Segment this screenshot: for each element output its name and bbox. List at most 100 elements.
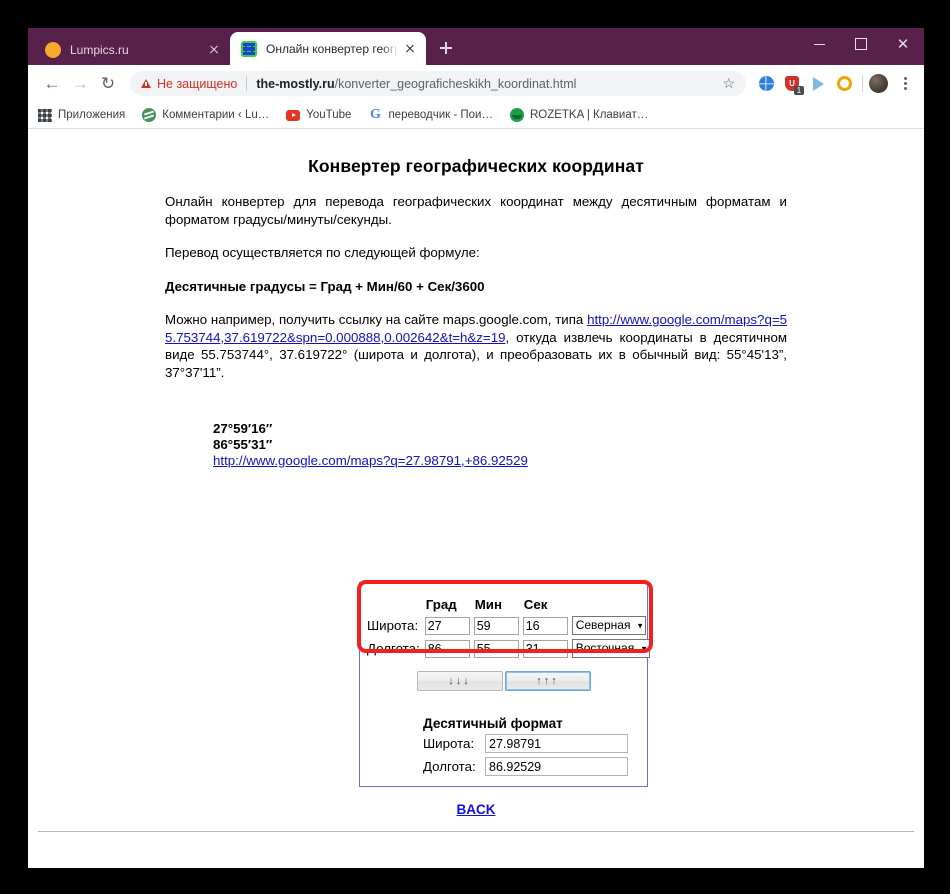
bookmark-label: Комментарии ‹ Lu…: [162, 109, 270, 121]
new-tab-button[interactable]: [432, 34, 460, 62]
maximize-button[interactable]: [840, 28, 882, 60]
header-degrees: Град: [425, 597, 457, 612]
decimal-section: Десятичный формат Широта: Долгота:: [423, 716, 647, 776]
decimal-heading: Десятичный формат: [423, 716, 563, 731]
reload-button[interactable]: ↻: [94, 70, 122, 98]
latitude-label: Широта:: [367, 618, 419, 633]
bookmark-label: Приложения: [58, 109, 126, 121]
formula-lead-paragraph: Перевод осуществляется по следующей форм…: [165, 245, 480, 260]
orange-circle-icon: [45, 41, 61, 58]
table-row-latitude: Широта: Северная: [366, 615, 651, 636]
decimal-longitude-row: Долгота:: [423, 757, 647, 776]
bookmark-label: YouTube: [306, 109, 352, 121]
latitude-degrees-input[interactable]: [424, 616, 470, 635]
table-header-row: Град Мин Сек: [366, 597, 651, 613]
bookmark-comments[interactable]: Комментарии ‹ Lu…: [142, 108, 269, 122]
rozetka-icon: [509, 108, 524, 122]
warning-triangle-icon: [141, 79, 151, 88]
convert-to-decimal-button[interactable]: ↓↓↓: [416, 671, 503, 691]
longitude-label: Долгота:: [367, 641, 420, 656]
bookmark-label: ROZETKA | Клавиат…: [529, 109, 649, 121]
latitude-seconds-input[interactable]: [522, 616, 568, 635]
bookmark-label: переводчик - Пои…: [388, 109, 493, 121]
chrome-menu-icon[interactable]: [894, 72, 916, 96]
bookmark-youtube[interactable]: YouTube: [286, 109, 351, 121]
longitude-seconds-input[interactable]: [522, 639, 568, 658]
extension-shield-icon[interactable]: U 1: [780, 72, 804, 96]
tab-converter[interactable]: Онлайн конвертер географичес: [230, 32, 426, 65]
extension-ring-icon[interactable]: [832, 72, 856, 96]
minimize-button[interactable]: [798, 28, 840, 60]
youtube-icon: [286, 109, 301, 121]
back-button[interactable]: ←: [38, 70, 66, 98]
window-controls: ✕: [798, 28, 924, 60]
globe-icon: [142, 108, 157, 122]
decimal-latitude-input[interactable]: [485, 734, 628, 753]
result-longitude-dms: 86°55′31″: [213, 437, 273, 452]
bookmark-translator[interactable]: G переводчик - Пои…: [368, 108, 493, 122]
converter-form: Град Мин Сек Широта: Северная: [359, 582, 651, 787]
longitude-hemisphere-select-wrap: Восточная: [571, 639, 651, 658]
divider: [862, 75, 863, 92]
page-content: Конвертер географических координат Онлай…: [38, 129, 914, 469]
back-link-wrap: BACK: [28, 802, 924, 817]
green-grid-icon: [241, 40, 257, 57]
extension-badge: 1: [794, 85, 804, 95]
google-g-icon: G: [370, 107, 381, 122]
close-window-button[interactable]: ✕: [882, 28, 924, 60]
screenshot-root: Lumpics.ru Онлайн конвертер географичес …: [0, 0, 950, 894]
close-icon[interactable]: [402, 41, 418, 57]
convert-to-dms-button[interactable]: ↑↑↑: [504, 671, 591, 691]
tab-lumpics[interactable]: Lumpics.ru: [34, 34, 230, 65]
result-latitude-dms: 27°59′16″: [213, 421, 273, 436]
security-status-label: Не защищено: [157, 76, 238, 91]
result-map-link[interactable]: http://www.google.com/maps?q=27.98791,+8…: [213, 453, 528, 468]
longitude-hemisphere-select[interactable]: Восточная: [571, 639, 651, 658]
bookmark-rozetka[interactable]: ROZETKA | Клавиат…: [509, 108, 649, 122]
address-bar[interactable]: Не защищено the-mostly.ru/konverter_geog…: [130, 71, 746, 96]
apps-grid-icon: [38, 108, 52, 122]
example-pre-text: Можно например, получить ссылку на сайте…: [165, 312, 588, 327]
browser-window: Lumpics.ru Онлайн конвертер географичес …: [28, 28, 924, 868]
browser-toolbar: ← → ↻ Не защищено the-mostly.ru/konverte…: [28, 65, 924, 102]
close-icon[interactable]: [206, 42, 222, 58]
result-block: 27°59′16″ 86°55′31″ http://www.google.co…: [213, 421, 914, 469]
header-seconds: Сек: [523, 597, 548, 612]
tab-title: Онлайн конвертер географичес: [266, 41, 398, 56]
page-title: Конвертер географических координат: [308, 156, 644, 176]
url-domain: the-mostly.ru: [256, 76, 335, 91]
url-text: the-mostly.ru/konverter_geograficheskikh…: [256, 77, 576, 91]
avatar[interactable]: [869, 74, 888, 93]
latitude-hemisphere-select[interactable]: Северная: [571, 616, 647, 635]
bookmarks-bar: Приложения Комментарии ‹ Lu… YouTube G п…: [28, 102, 924, 129]
latitude-minutes-input[interactable]: [473, 616, 519, 635]
latitude-hemisphere-select-wrap: Северная: [571, 616, 647, 635]
intro-paragraph: Онлайн конвертер для перевода географиче…: [165, 194, 787, 227]
bookmark-star-icon[interactable]: ☆: [717, 75, 740, 92]
convert-buttons-row: ↓↓↓ ↑↑↑: [360, 671, 647, 691]
formula-text: Десятичные градусы = Град + Мин/60 + Сек…: [165, 278, 485, 294]
url-path: /konverter_geograficheskikh_koordinat.ht…: [334, 76, 577, 91]
longitude-minutes-input[interactable]: [473, 639, 519, 658]
decimal-longitude-input[interactable]: [485, 757, 628, 776]
back-link[interactable]: BACK: [457, 802, 496, 817]
decimal-latitude-label: Широта:: [423, 736, 475, 751]
tab-title: Lumpics.ru: [70, 42, 129, 57]
footer-divider: [38, 831, 914, 832]
corner-cell: [366, 597, 422, 613]
decimal-latitude-row: Широта:: [423, 734, 647, 753]
header-hemisphere: [571, 597, 652, 613]
table-row-longitude: Долгота: Восточная: [366, 638, 651, 659]
bookmark-apps[interactable]: Приложения: [38, 108, 126, 122]
example-paragraph: Можно например, получить ссылку на сайте…: [165, 311, 787, 381]
longitude-degrees-input[interactable]: [424, 639, 470, 658]
extension-play-icon[interactable]: [806, 72, 830, 96]
forward-button[interactable]: →: [66, 70, 94, 98]
divider: [246, 76, 248, 91]
tab-strip: Lumpics.ru Онлайн конвертер географичес …: [28, 28, 924, 65]
decimal-longitude-label: Долгота:: [423, 759, 476, 774]
header-minutes: Мин: [474, 597, 503, 612]
dms-table: Град Мин Сек Широта: Северная: [364, 595, 653, 661]
page-viewport: Конвертер географических координат Онлай…: [28, 129, 924, 867]
extension-globe-icon[interactable]: [754, 72, 778, 96]
